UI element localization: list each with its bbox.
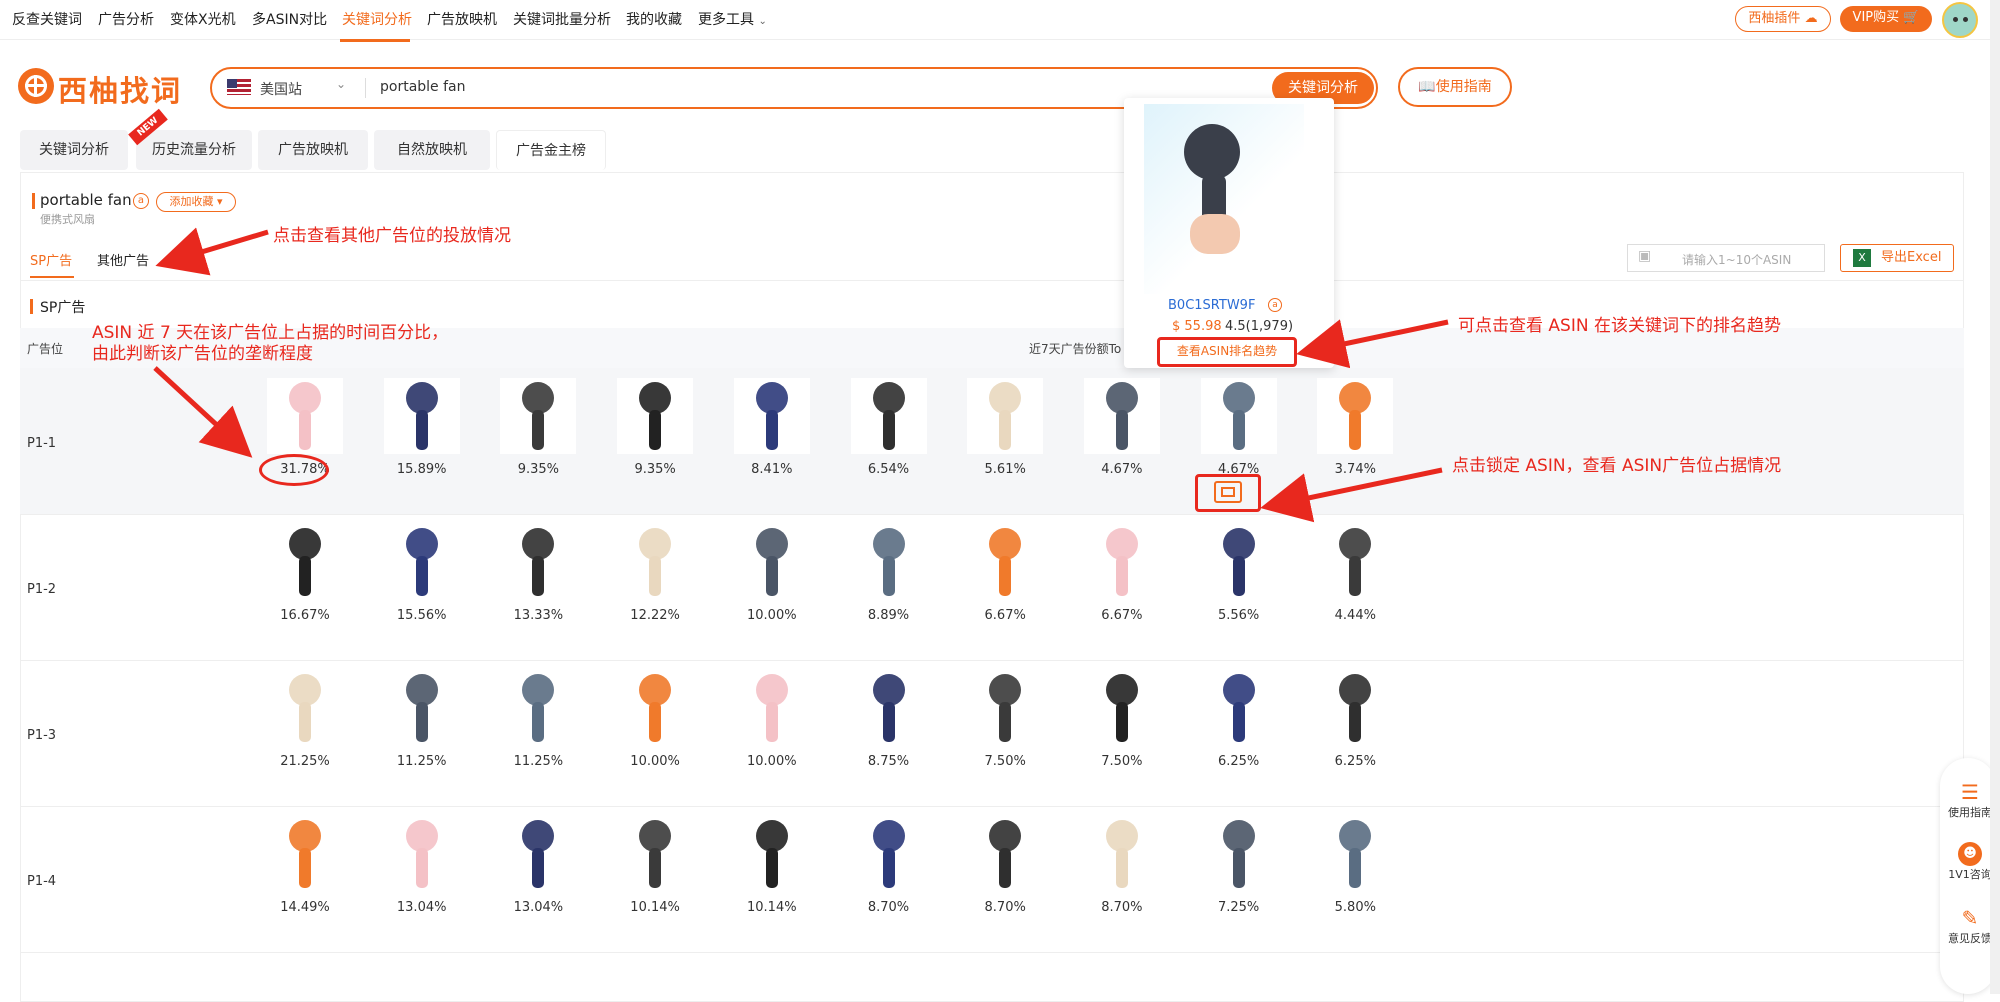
edit-icon: ✎ (1961, 906, 1979, 930)
arrow-other-ads (155, 227, 269, 276)
side-feedback-button[interactable]: ✎ 意见反馈 (1948, 906, 1992, 946)
arrow-share (153, 366, 253, 458)
arrow-trend (1296, 319, 1449, 369)
side-guide-button[interactable]: ☰ 使用指南 (1948, 780, 1992, 820)
arrow-lock (1260, 467, 1443, 523)
side-consult-button[interactable]: ☻ 1V1咨询 (1948, 842, 1992, 882)
scrollbar[interactable] (1990, 0, 2000, 994)
person-icon: ☻ (1958, 842, 1982, 866)
annotation-arrows (153, 227, 1449, 523)
book-icon: ☰ (1961, 780, 1979, 804)
